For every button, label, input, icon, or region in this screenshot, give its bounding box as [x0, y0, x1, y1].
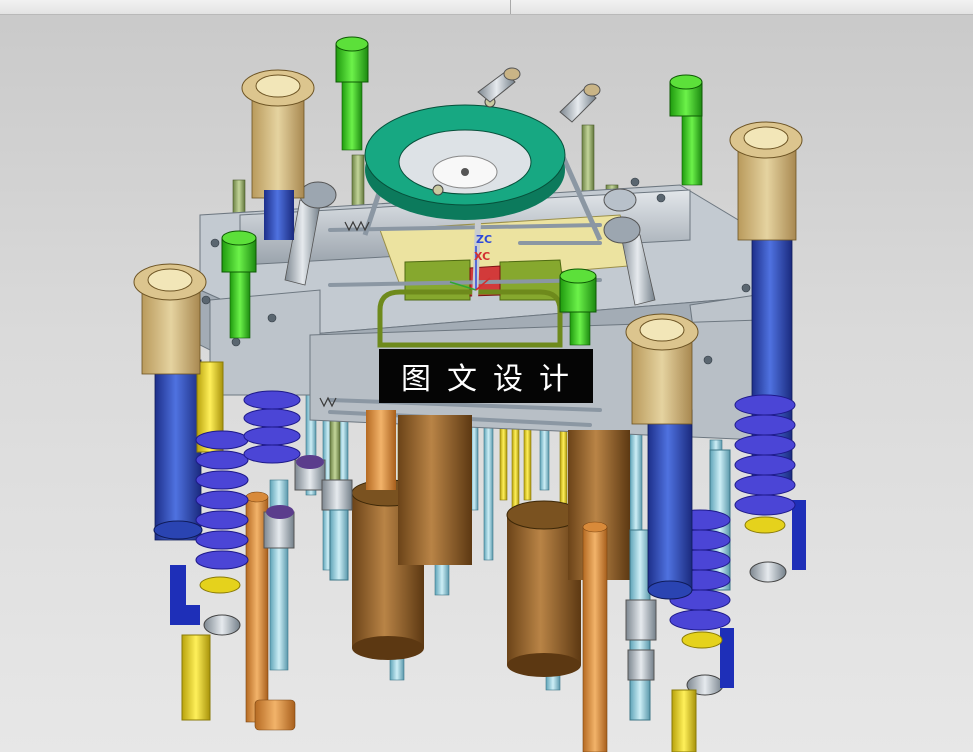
locating-ring [364, 96, 566, 220]
watermark-banner: 图文设计 [379, 349, 593, 403]
graphics-viewport[interactable]: ZC XC 图文设计 [0, 0, 973, 752]
axis-label-xc: XC [474, 250, 491, 263]
axis-label-zc: ZC [476, 233, 493, 246]
